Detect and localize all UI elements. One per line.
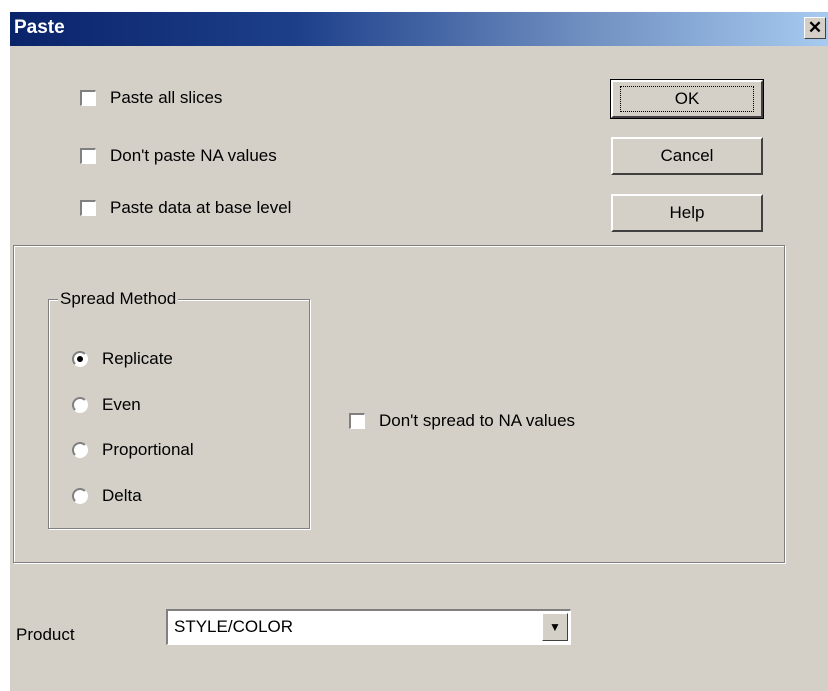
radio-proportional[interactable] xyxy=(72,442,88,458)
paste-all-slices-label: Paste all slices xyxy=(110,88,223,107)
cancel-button-label: Cancel xyxy=(660,146,714,165)
paste-base-level-label: Paste data at base level xyxy=(110,198,292,217)
ok-button-label: OK xyxy=(619,86,755,112)
dont-paste-na-checkbox[interactable] xyxy=(80,148,96,164)
radio-proportional-label: Proportional xyxy=(102,440,194,459)
product-select-value: STYLE/COLOR xyxy=(174,617,294,636)
title-bar[interactable]: Paste ✕ xyxy=(10,12,828,46)
radio-delta-label: Delta xyxy=(102,486,142,505)
paste-all-slices-option[interactable]: Paste all slices xyxy=(80,88,222,108)
paste-all-slices-checkbox[interactable] xyxy=(80,90,96,106)
cancel-button[interactable]: Cancel xyxy=(611,137,763,175)
close-button[interactable]: ✕ xyxy=(804,17,826,39)
chevron-down-icon: ▼ xyxy=(549,620,561,634)
help-button-label: Help xyxy=(669,203,705,222)
radio-delta[interactable] xyxy=(72,488,88,504)
spread-method-title: Spread Method xyxy=(58,289,179,309)
product-label: Product xyxy=(16,625,75,644)
dont-spread-na-label: Don't spread to NA values xyxy=(379,411,576,430)
radio-delta-option[interactable]: Delta xyxy=(72,486,142,506)
radio-replicate[interactable] xyxy=(72,351,88,367)
radio-even[interactable] xyxy=(72,397,88,413)
radio-proportional-option[interactable]: Proportional xyxy=(72,440,194,460)
close-icon: ✕ xyxy=(807,18,823,37)
ok-button[interactable]: OK xyxy=(610,79,764,119)
dont-paste-na-label: Don't paste NA values xyxy=(110,146,277,165)
dont-paste-na-option[interactable]: Don't paste NA values xyxy=(80,146,277,166)
radio-even-option[interactable]: Even xyxy=(72,395,141,415)
dont-spread-na-option[interactable]: Don't spread to NA values xyxy=(349,411,575,431)
paste-base-level-checkbox[interactable] xyxy=(80,200,96,216)
radio-replicate-option[interactable]: Replicate xyxy=(72,349,173,369)
paste-base-level-option[interactable]: Paste data at base level xyxy=(80,198,291,218)
window-title: Paste xyxy=(14,17,65,38)
help-button[interactable]: Help xyxy=(611,194,763,232)
product-select[interactable]: STYLE/COLOR ▼ xyxy=(166,609,571,645)
product-dropdown-button[interactable]: ▼ xyxy=(542,613,568,641)
radio-even-label: Even xyxy=(102,395,141,414)
dont-spread-na-checkbox[interactable] xyxy=(349,413,365,429)
radio-replicate-label: Replicate xyxy=(102,349,173,368)
